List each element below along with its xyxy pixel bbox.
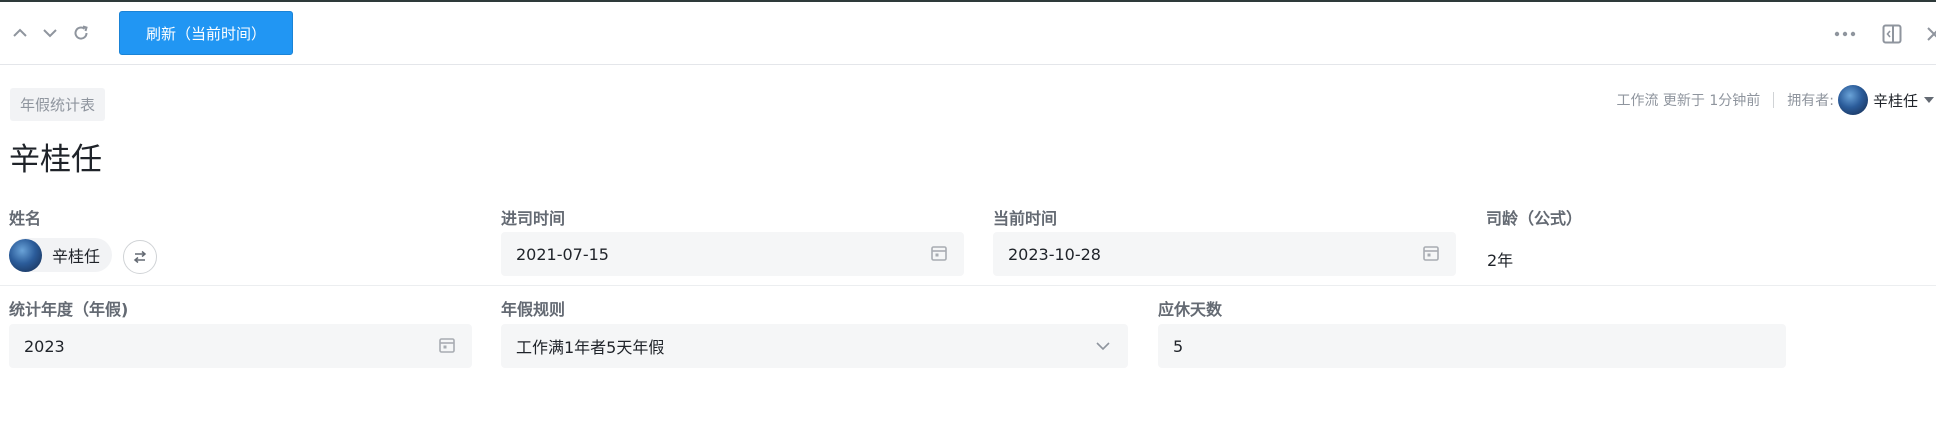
- owner-name[interactable]: 辛桂任: [1873, 90, 1918, 111]
- stat-year-input[interactable]: 2023: [9, 324, 472, 368]
- name-person-chip[interactable]: 辛桂任: [9, 238, 113, 272]
- leave-rule-select[interactable]: 工作满1年者5天年假: [501, 324, 1128, 368]
- table-name-tag[interactable]: 年假统计表: [10, 88, 106, 121]
- row-divider: [0, 285, 1936, 286]
- chevron-down-icon[interactable]: [1094, 338, 1112, 354]
- name-field-label: 姓名: [9, 209, 42, 228]
- owner-dropdown-caret-icon[interactable]: [1924, 97, 1934, 103]
- updated-status-text: 工作流 更新于 1分钟前: [1616, 93, 1761, 109]
- join-date-value: 2021-07-15: [516, 244, 609, 264]
- toolbar: 刷新（当前时间）: [0, 2, 1936, 65]
- current-date-value: 2023-10-28: [1008, 244, 1101, 264]
- calendar-icon[interactable]: [1422, 244, 1440, 262]
- owner-label: 拥有者:: [1787, 93, 1834, 109]
- sidebar-collapse-icon[interactable]: [1878, 20, 1906, 48]
- person-name: 辛桂任: [52, 247, 101, 266]
- refresh-current-time-button[interactable]: 刷新（当前时间）: [119, 11, 293, 55]
- leave-rule-field-label: 年假规则: [501, 300, 566, 319]
- chevron-up-icon[interactable]: [7, 20, 33, 46]
- record-meta: 工作流 更新于 1分钟前 拥有者: 辛桂任: [1616, 85, 1936, 115]
- tenure-value: 2年: [1487, 251, 1514, 270]
- owner-avatar[interactable]: [1837, 85, 1868, 115]
- leave-days-value: 5: [1173, 336, 1184, 356]
- avatar: [9, 238, 42, 272]
- more-icon[interactable]: [1831, 20, 1859, 48]
- join-date-field-label: 进司时间: [501, 209, 566, 228]
- join-date-input[interactable]: 2021-07-15: [501, 232, 964, 276]
- leave-days-input[interactable]: 5: [1158, 324, 1786, 368]
- leave-rule-value: 工作满1年者5天年假: [516, 338, 665, 357]
- stat-year-value: 2023: [24, 336, 65, 356]
- current-date-input[interactable]: 2023-10-28: [993, 232, 1456, 276]
- current-date-field-label: 当前时间: [993, 209, 1058, 228]
- record-title: 辛桂任: [9, 142, 102, 178]
- chevron-down-icon[interactable]: [37, 20, 63, 46]
- reload-icon[interactable]: [68, 20, 94, 46]
- calendar-icon[interactable]: [930, 244, 948, 262]
- tenure-field-label: 司龄（公式）: [1486, 209, 1583, 228]
- stat-year-field-label: 统计年度（年假): [9, 300, 129, 319]
- swap-arrows-icon: [133, 250, 147, 264]
- meta-divider: [1773, 92, 1775, 108]
- swap-person-button[interactable]: [123, 240, 157, 274]
- leave-days-field-label: 应休天数: [1158, 300, 1223, 319]
- calendar-icon[interactable]: [438, 336, 456, 354]
- close-icon[interactable]: [1920, 20, 1936, 48]
